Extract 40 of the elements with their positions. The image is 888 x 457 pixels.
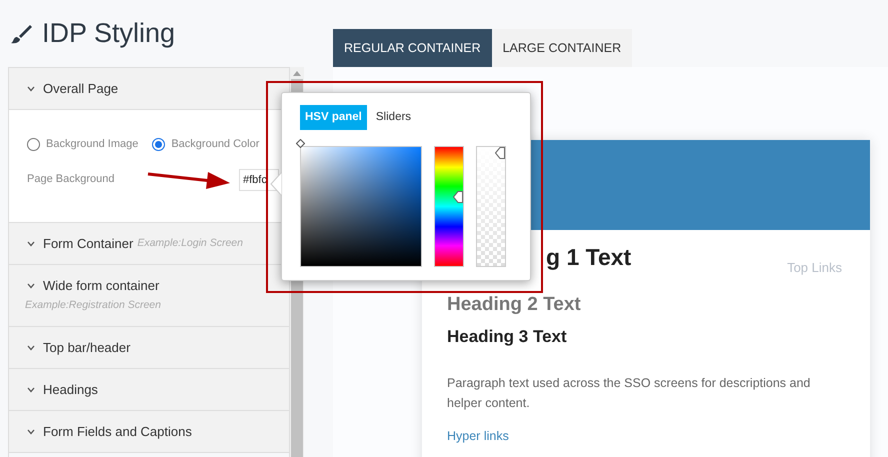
radio-label: Background Color [171,137,260,152]
heading-1: g 1 Text [545,244,632,270]
chevron-icon [27,387,35,393]
hue-slider[interactable] [434,146,464,268]
heading-3: Heading 3 Text [447,326,568,348]
picker-tab[interactable]: Sliders [370,105,416,130]
chevron-icon [27,283,35,289]
accordion-header[interactable]: Top bar/header [9,327,289,369]
accordion-header[interactable]: Overall Page [9,68,289,110]
section-title: Wide form container [43,278,160,294]
brush-icon [10,22,32,44]
section-hint: Example:Registration Screen [25,298,162,313]
chevron-icon [27,429,35,435]
page-title: IDP Styling [42,17,176,50]
accordion-header[interactable]: Headings [9,369,289,411]
paragraph: Paragraph text used across the SSO screens for descriptions and helper content. [447,374,812,412]
picker-marker-icon[interactable] [296,139,305,148]
section-hint: Example:Login Screen [137,236,243,252]
section-title: Form Fields and Captions [43,424,192,440]
chevron-icon [27,345,35,351]
slider-thumb[interactable] [453,191,463,204]
radio-button[interactable] [27,138,40,151]
radio-label: Background Image [46,137,138,152]
section-title: Overall Page [43,81,118,97]
accordion-header[interactable]: Wide form container Example:Registration Screen [9,265,289,327]
slider-thumb[interactable] [495,147,505,160]
container-tab[interactable]: LARGE CONTAINER [492,29,632,67]
heading-2: Heading 2 Text [447,294,581,316]
hyperlink[interactable]: Hyper links [447,426,509,446]
section-title: Headings [43,382,98,398]
section-title: Top bar/header [43,340,130,356]
radio-button[interactable] [152,138,166,151]
section-title: Form Container [43,236,134,252]
alpha-slider[interactable] [476,146,506,268]
saturation-value-panel[interactable] [300,146,422,268]
accordion-header[interactable]: Form Fields and Captions [9,411,289,453]
chevron-icon [27,86,35,92]
field-label: Page Background [27,172,114,188]
container-tab[interactable]: REGULAR CONTAINER [333,29,492,67]
chevron-icon [27,241,35,247]
